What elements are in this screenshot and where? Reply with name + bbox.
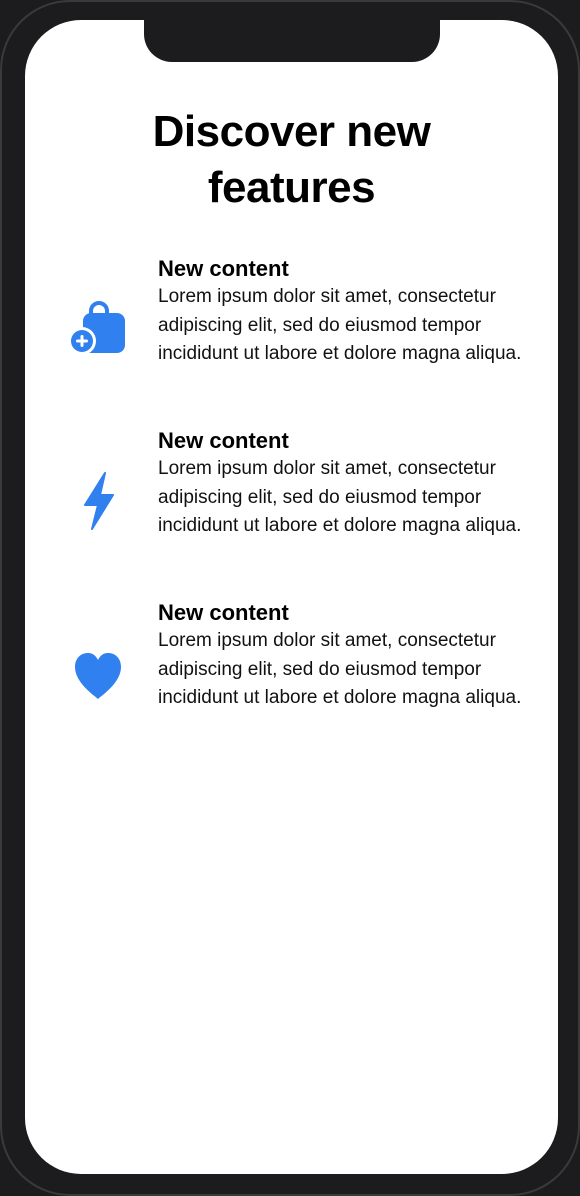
feature-text: New content Lorem ipsum dolor sit amet, …: [158, 427, 528, 541]
feature-title: New content: [158, 256, 289, 281]
notch: [144, 20, 440, 62]
feature-title: New content: [158, 600, 289, 625]
heart-icon: [67, 641, 131, 705]
feature-item: New content Lorem ipsum dolor sit amet, …: [25, 427, 558, 577]
feature-text: New content Lorem ipsum dolor sit amet, …: [158, 599, 528, 713]
feature-description: Lorem ipsum dolor sit amet, consectetur …: [158, 286, 522, 364]
screen: Discover new features New content Lorem …: [25, 20, 558, 1174]
feature-item: New content Lorem ipsum dolor sit amet, …: [25, 599, 558, 749]
feature-text: New content Lorem ipsum dolor sit amet, …: [158, 255, 528, 369]
page-title-line-1: Discover new: [152, 107, 431, 156]
page-title: Discover new features: [25, 104, 558, 216]
feature-description: Lorem ipsum dolor sit amet, consectetur …: [158, 458, 522, 536]
page-title-line-2: features: [207, 163, 376, 212]
feature-item: New content Lorem ipsum dolor sit amet, …: [25, 255, 558, 405]
feature-title: New content: [158, 428, 289, 453]
bag-badge-plus-icon: [67, 295, 131, 359]
feature-description: Lorem ipsum dolor sit amet, consectetur …: [158, 630, 522, 708]
phone-frame: Discover new features New content Lorem …: [0, 0, 580, 1196]
bolt-icon: [67, 469, 131, 533]
